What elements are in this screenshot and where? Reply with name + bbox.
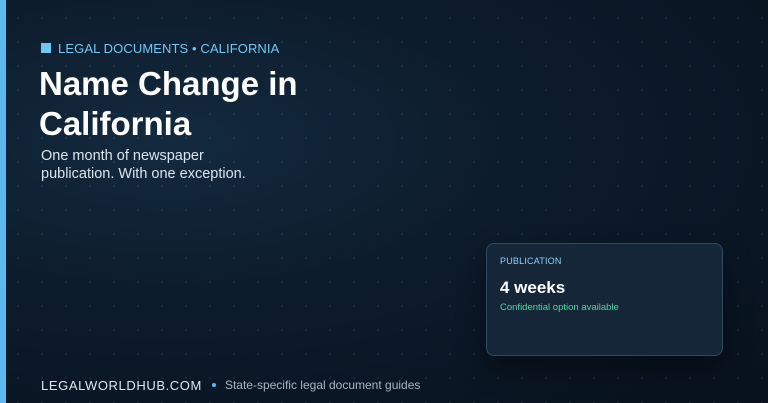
card-note: Confidential option available — [500, 302, 619, 313]
card-value: 4 weeks — [500, 278, 566, 297]
footer-tagline: State-specific legal document guides — [224, 378, 421, 392]
card-label: PUBLICATION — [500, 256, 562, 266]
title-line-2: California — [39, 105, 192, 142]
bullet-dot-icon — [211, 383, 216, 387]
subtitle: One month of newspaper publication. With… — [41, 147, 246, 183]
footer: LEGALWORLDHUB.COM State-specific legal d… — [41, 377, 420, 393]
title-line-1: Name Change in — [39, 65, 298, 102]
page-background: { "header": { "eyebrow": "LEGAL DOCUMENT… — [0, 0, 768, 403]
left-accent-bar — [0, 0, 6, 403]
category-label: LEGAL DOCUMENTS • CALIFORNIA — [58, 40, 280, 56]
square-bullet-icon — [41, 43, 51, 53]
page-title: Name Change in California — [39, 64, 369, 144]
subtitle-line-2: publication. With one exception. — [41, 166, 246, 182]
publication-info-card: PUBLICATION 4 weeks Confidential option … — [486, 243, 723, 356]
site-brand-link[interactable]: LEGALWORLDHUB.COM — [41, 378, 202, 393]
subtitle-line-1: One month of newspaper — [41, 148, 204, 164]
category-eyebrow: LEGAL DOCUMENTS • CALIFORNIA — [41, 40, 279, 56]
